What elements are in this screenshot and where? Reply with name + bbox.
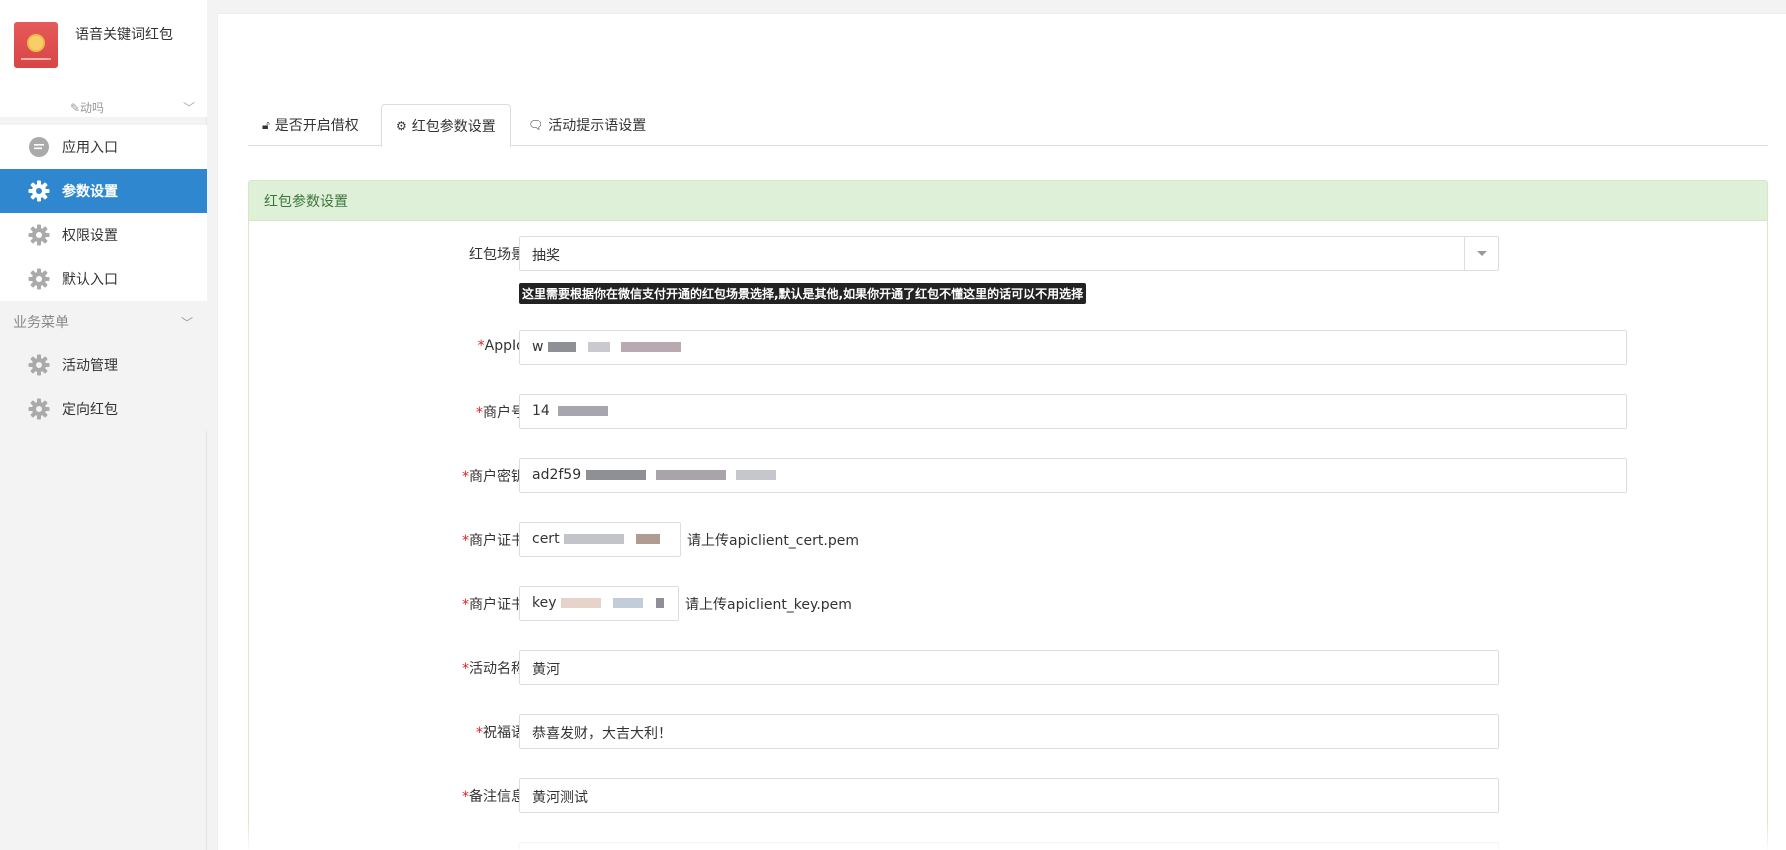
appid-value: w: [532, 339, 544, 355]
redacted-blur: [560, 598, 601, 608]
field-label: *商户证书: [462, 597, 525, 613]
scene-select[interactable]: 抽奖: [519, 236, 1499, 271]
app-name: 语音关键词红包: [75, 27, 173, 43]
form-row-act-name: *活动名称 黄河: [249, 650, 1769, 686]
lock-icon: 🔓︎: [262, 117, 270, 132]
field-label: *商户证书: [462, 533, 525, 549]
tab-bar: 🔓︎ 是否开启借权 ⚙ 红包参数设置 🗨︎ 活动提示语设置: [248, 104, 1768, 147]
tab-redpack-params[interactable]: ⚙ 红包参数设置: [381, 104, 511, 147]
cert-file-input[interactable]: cert: [519, 522, 681, 557]
chevron-down-icon[interactable]: ﹀: [181, 314, 193, 331]
cert-value: cert: [532, 531, 560, 547]
sidebar-menu: 应用入口 参数设置 权限设置 默认入口 业务菜单 ﹀ 活动管理 定向红包: [0, 125, 207, 431]
comments-icon: 🗨︎: [528, 118, 544, 132]
scene-hint: 这里需要根据你在微信支付开通的红包场景选择,默认是其他,如果你开通了红包不懂这里…: [519, 283, 1087, 304]
gear-icon: [28, 398, 50, 420]
sidebar-item-label: 定向红包: [62, 402, 118, 418]
brand: 语音关键词红包: [0, 0, 207, 97]
gear-icon: [28, 180, 50, 202]
sidebar-item-permissions[interactable]: 权限设置: [0, 213, 207, 257]
key-file-input[interactable]: key: [519, 586, 679, 621]
sidebar-item-app-entry[interactable]: 应用入口: [0, 125, 207, 169]
caret-down-icon[interactable]: [1464, 237, 1498, 270]
sidebar-item-label: 权限设置: [62, 228, 118, 244]
redacted-blur: [655, 598, 664, 608]
redacted-blur: [547, 342, 576, 352]
redacted-blur: [620, 342, 681, 352]
field-label: *AppId: [477, 338, 525, 354]
sidebar-item-activity-manage[interactable]: 活动管理: [0, 343, 207, 387]
field-label: *商户密钥: [462, 469, 525, 485]
sidebar-item-params[interactable]: 参数设置: [0, 169, 207, 213]
appid-input[interactable]: w: [519, 330, 1627, 365]
sidebar-item-label: 默认入口: [62, 272, 118, 288]
user-name[interactable]: ✎动吗: [70, 99, 104, 116]
chevron-down-icon[interactable]: ﹀: [183, 99, 195, 116]
tab-label: 红包参数设置: [411, 118, 496, 135]
sidebar-group-business[interactable]: 业务菜单 ﹀: [0, 301, 207, 343]
redacted-blur: [636, 534, 661, 544]
form-row-wishing: *祝福语 恭喜发财，大吉大利！: [249, 714, 1769, 750]
form-row-scene: 红包场景 抽奖 这里需要根据你在微信支付开通的红包场景选择,默认是其他,如果你开…: [249, 236, 1769, 304]
form-row-remark: *备注信息 黄河测试: [249, 778, 1769, 814]
field-label: *活动名称: [462, 661, 525, 677]
form-row-cert: *商户证书 cert 请上传apiclient_cert.pem: [249, 522, 1769, 558]
mch-id-input[interactable]: 14: [519, 394, 1627, 429]
chat-bubble-icon: [29, 137, 49, 157]
act-name-input[interactable]: 黄河: [519, 650, 1499, 685]
field-label: *备注信息: [462, 789, 525, 805]
sidebar-item-default-entry[interactable]: 默认入口: [0, 257, 207, 301]
wishing-input[interactable]: 恭喜发财，大吉大利！: [519, 714, 1499, 749]
sidebar-item-label: 参数设置: [62, 184, 118, 200]
gear-icon: [28, 354, 50, 376]
redacted-blur: [564, 534, 625, 544]
key-value: key: [532, 595, 557, 611]
scene-value: 抽奖: [532, 248, 560, 264]
app-logo: [14, 22, 58, 68]
remark-input[interactable]: 黄河测试: [519, 778, 1499, 813]
mch-id-value: 14: [532, 403, 550, 419]
field-label: 红包场景: [469, 247, 525, 263]
user-row[interactable]: ✎动吗 ﹀: [0, 97, 207, 117]
field-label: *商户号: [476, 405, 525, 421]
form-row-mch-key: *商户密钥 ad2f59: [249, 458, 1769, 494]
mch-key-value: ad2f59: [532, 467, 582, 483]
form-row-key: *商户证书 key 请上传apiclient_key.pem: [249, 586, 1769, 622]
tab-borrow-auth[interactable]: 🔓︎ 是否开启借权: [248, 104, 373, 146]
redacted-blur: [656, 470, 727, 480]
cert-note: 请上传apiclient_cert.pem: [687, 533, 859, 549]
field-label: *祝福语: [476, 725, 525, 741]
redacted-blur: [588, 342, 611, 352]
form-row-mch-id: *商户号 14: [249, 394, 1769, 430]
sidebar-item-label: 活动管理: [62, 358, 118, 374]
main-content: 🔓︎ 是否开启借权 ⚙ 红包参数设置 🗨︎ 活动提示语设置 红包参数设置 红包场…: [217, 13, 1786, 850]
mch-key-input[interactable]: ad2f59: [519, 458, 1627, 493]
gear-icon: ⚙: [396, 118, 407, 133]
bottom-fade: [218, 820, 1786, 850]
panel-title: 红包参数设置: [249, 181, 1767, 221]
tab-label: 活动提示语设置: [548, 118, 647, 134]
redacted-blur: [585, 470, 646, 480]
sidebar-group-title: 业务菜单: [13, 315, 69, 331]
sidebar-item-label: 应用入口: [62, 140, 118, 156]
redacted-blur: [558, 406, 609, 416]
key-note: 请上传apiclient_key.pem: [685, 597, 852, 613]
app: 语音关键词红包 ✎动吗 ﹀ 应用入口 参数设置 权限设置 默认入口 业务菜单 ﹀…: [0, 0, 1786, 850]
tab-label: 是否开启借权: [274, 118, 359, 134]
redacted-blur: [736, 470, 777, 480]
gear-icon: [28, 224, 50, 246]
redpack-params-panel: 红包参数设置 红包场景 抽奖 这里需要根据你在微信支付开通的红包场景选择,默认是…: [248, 180, 1768, 850]
gear-icon: [28, 268, 50, 290]
sidebar: 语音关键词红包 ✎动吗 ﹀ 应用入口 参数设置 权限设置 默认入口 业务菜单 ﹀…: [0, 0, 207, 850]
sidebar-item-targeted-redpack[interactable]: 定向红包: [0, 387, 207, 431]
form-row-appid: *AppId w: [249, 330, 1769, 366]
redacted-blur: [613, 598, 644, 608]
tab-activity-tips[interactable]: 🗨︎ 活动提示语设置: [514, 104, 660, 146]
